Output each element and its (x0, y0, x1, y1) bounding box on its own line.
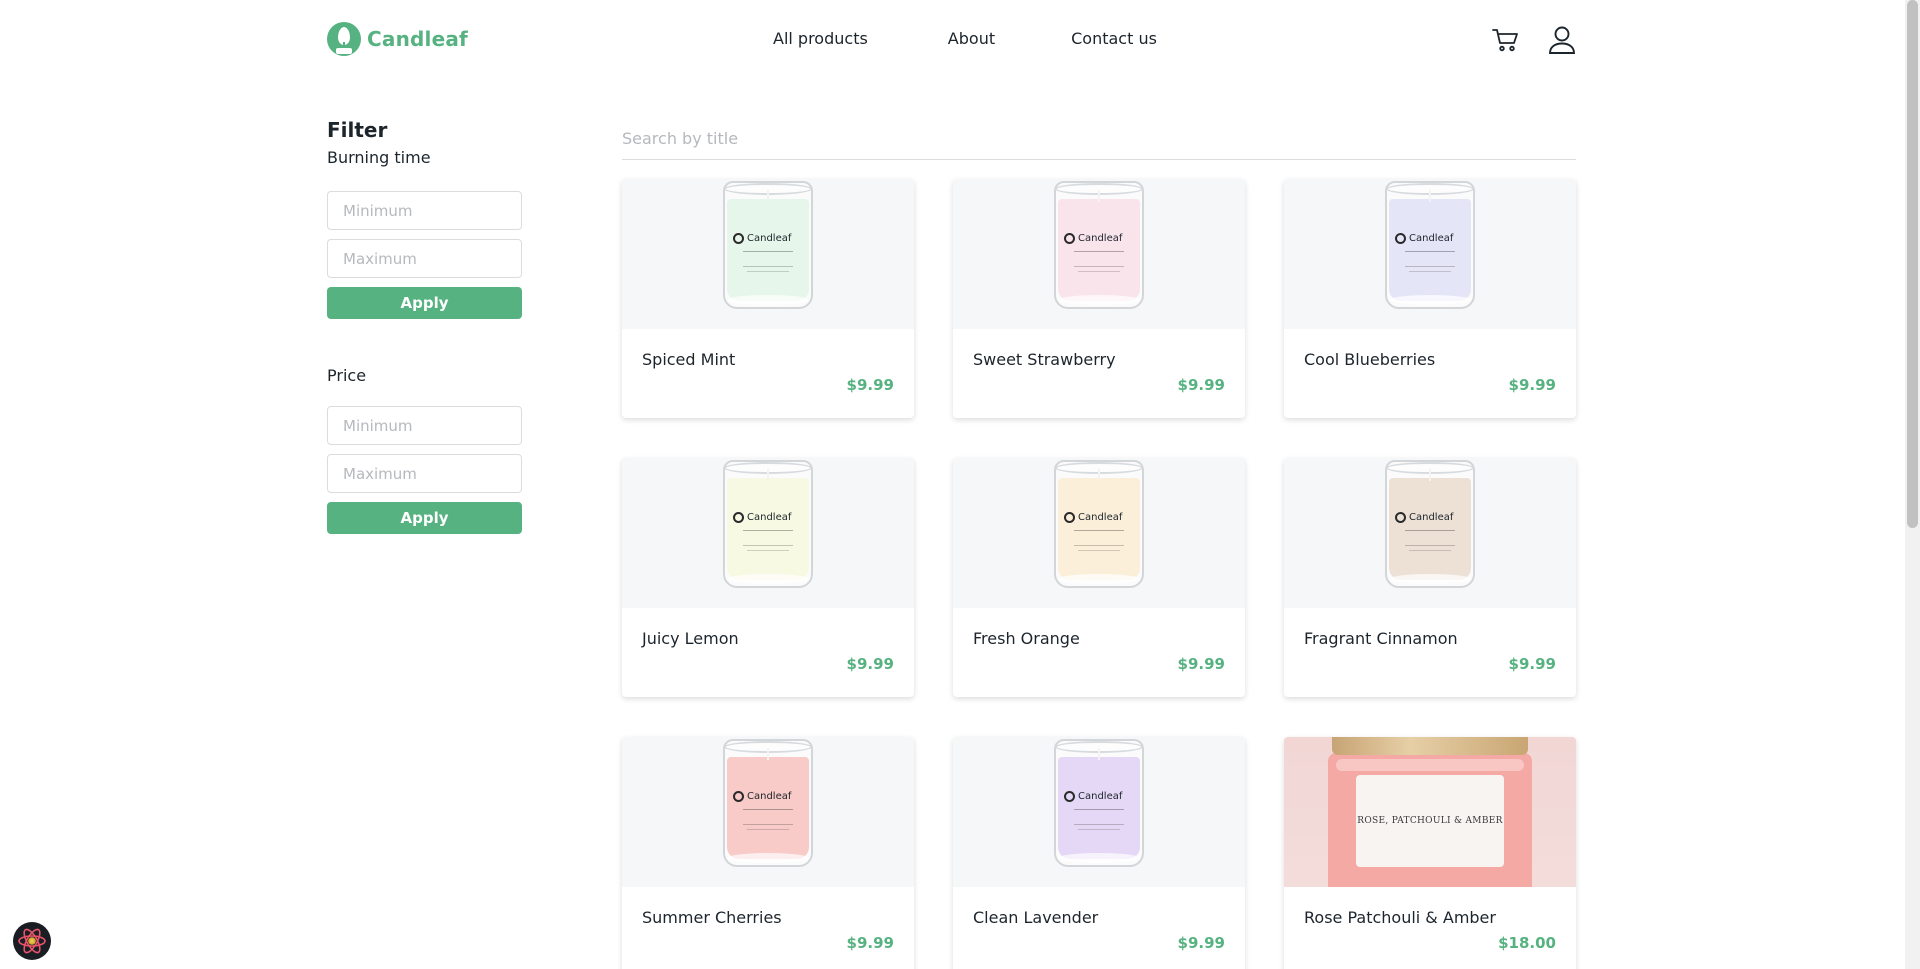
product-name: Summer Cherries (642, 908, 782, 927)
product-card[interactable]: Candleaf Sweet Strawberry $9.99 (953, 179, 1245, 418)
product-name: Juicy Lemon (642, 629, 739, 648)
product-card[interactable]: Candleaf Fresh Orange $9.99 (953, 458, 1245, 697)
jar-brand-label: Candleaf (1078, 512, 1123, 523)
product-grid: Candleaf Spiced Mint $9.99 Candleaf Swee… (622, 179, 1577, 969)
product-card[interactable]: Candleaf Summer Cherries $9.99 (622, 737, 914, 969)
candle-jar-image: Candleaf (723, 460, 813, 588)
cart-icon[interactable] (1491, 26, 1519, 54)
product-card[interactable]: Candleaf Spiced Mint $9.99 (622, 179, 914, 418)
product-image: Candleaf (953, 737, 1245, 887)
jar-brand-label: Candleaf (747, 791, 792, 802)
candle-jar-image: Candleaf (723, 181, 813, 309)
product-image: Candleaf (1284, 179, 1576, 329)
candle-jar-image: Candleaf (1054, 739, 1144, 867)
product-name: Fragrant Cinnamon (1304, 629, 1458, 648)
product-price: $9.99 (846, 655, 894, 673)
jar-brand-label: Candleaf (747, 233, 792, 244)
brand-logo[interactable]: Candleaf (327, 22, 468, 56)
price-apply-button[interactable]: Apply (327, 502, 522, 534)
nav-contact-us[interactable]: Contact us (1071, 29, 1157, 48)
candle-jar-image: Candleaf (723, 739, 813, 867)
price-max-input[interactable] (327, 454, 522, 493)
filter-panel: Filter Burning time Apply Price Apply (327, 118, 527, 534)
candle-leaf-icon (327, 22, 361, 56)
jar-brand-label: Candleaf (747, 512, 792, 523)
product-price: $9.99 (1177, 655, 1225, 673)
product-image: Candleaf (953, 458, 1245, 608)
product-image: Candleaf (622, 458, 914, 608)
product-name: Rose Patchouli & Amber (1304, 908, 1496, 927)
scrollbar[interactable] (1905, 0, 1920, 969)
filter-title: Filter (327, 118, 388, 142)
price-min-input[interactable] (327, 406, 522, 445)
react-devtools-button[interactable] (13, 922, 51, 960)
price-label: Price (327, 366, 367, 385)
product-card[interactable]: Candleaf Fragrant Cinnamon $9.99 (1284, 458, 1576, 697)
site-header: Candleaf All products About Contact us (0, 0, 1920, 80)
product-image: Candleaf (1284, 458, 1576, 608)
burning-time-apply-button[interactable]: Apply (327, 287, 522, 319)
candle-jar-image: Candleaf (1054, 181, 1144, 309)
jar-brand-label: Candleaf (1409, 512, 1454, 523)
product-price: $9.99 (1508, 376, 1556, 394)
scrollbar-thumb[interactable] (1907, 0, 1918, 528)
user-icon[interactable] (1547, 25, 1577, 55)
product-name: Cool Blueberries (1304, 350, 1436, 369)
product-name: Clean Lavender (973, 908, 1099, 927)
jar-brand-label: Candleaf (1078, 233, 1123, 244)
search-input[interactable] (622, 124, 1576, 160)
jar-label-text: ROSE, PATCHOULI & AMBER (1357, 816, 1503, 826)
burning-time-min-input[interactable] (327, 191, 522, 230)
jar-brand-label: Candleaf (1078, 791, 1123, 802)
product-name: Fresh Orange (973, 629, 1080, 648)
product-price: $9.99 (846, 376, 894, 394)
nav-all-products[interactable]: All products (773, 29, 868, 48)
react-atom-icon (18, 928, 46, 954)
product-image: Candleaf (953, 179, 1245, 329)
product-card[interactable]: Candleaf Clean Lavender $9.99 (953, 737, 1245, 969)
candle-jar-image: Candleaf (1054, 460, 1144, 588)
product-card[interactable]: ROSE, PATCHOULI & AMBER Rose Patchouli &… (1284, 737, 1576, 969)
product-price: $9.99 (1177, 934, 1225, 952)
product-name: Spiced Mint (642, 350, 736, 369)
burning-time-max-input[interactable] (327, 239, 522, 278)
product-image: ROSE, PATCHOULI & AMBER (1284, 737, 1576, 887)
product-card[interactable]: Candleaf Juicy Lemon $9.99 (622, 458, 914, 697)
product-price: $9.99 (846, 934, 894, 952)
candle-jar-image: Candleaf (1385, 460, 1475, 588)
main-nav: All products About Contact us (773, 29, 1157, 48)
product-price: $9.99 (1177, 376, 1225, 394)
jar-label: ROSE, PATCHOULI & AMBER (1356, 775, 1504, 867)
product-name: Sweet Strawberry (973, 350, 1116, 369)
jar-brand-label: Candleaf (1409, 233, 1454, 244)
product-card[interactable]: Candleaf Cool Blueberries $9.99 (1284, 179, 1576, 418)
burning-time-label: Burning time (327, 148, 431, 167)
brand-name: Candleaf (367, 27, 468, 51)
jar-lid (1332, 737, 1528, 755)
candle-jar-image: Candleaf (1385, 181, 1475, 309)
product-price: $18.00 (1498, 934, 1556, 952)
nav-about[interactable]: About (948, 29, 995, 48)
product-image: Candleaf (622, 737, 914, 887)
product-price: $9.99 (1508, 655, 1556, 673)
product-image: Candleaf (622, 179, 914, 329)
